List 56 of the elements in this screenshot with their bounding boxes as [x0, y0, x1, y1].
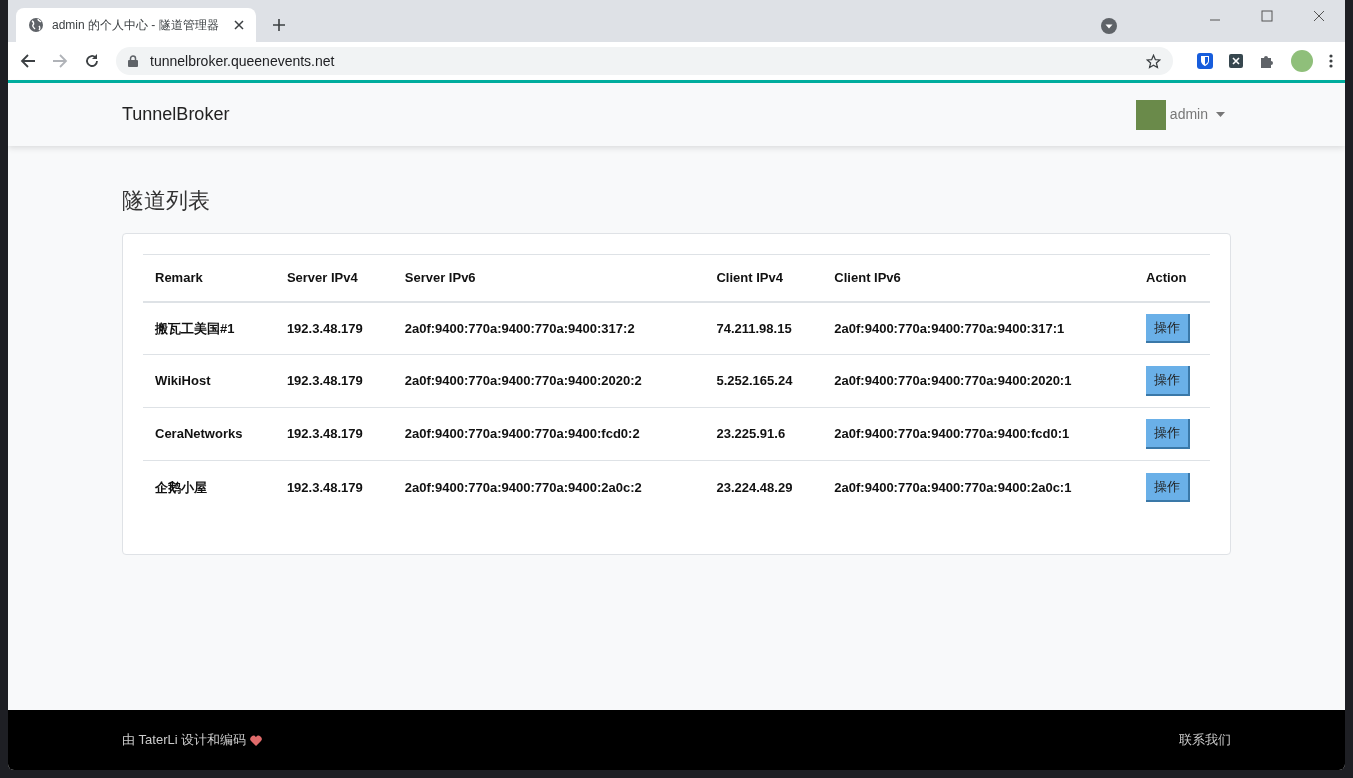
x-extension-icon[interactable]	[1229, 54, 1243, 68]
table-cell: 2a0f:9400:770a:9400:770a:9400:2020:1	[822, 354, 1135, 408]
column-header: Server IPv4	[274, 254, 393, 302]
contact-link[interactable]: 联系我们	[1179, 730, 1231, 750]
table-cell: 2a0f:9400:770a:9400:770a:9400:2a0c:2	[392, 460, 705, 514]
puzzle-icon[interactable]	[1259, 53, 1275, 69]
address-bar[interactable]: tunnelbroker.queenevents.net	[116, 47, 1173, 75]
reload-icon[interactable]	[84, 53, 100, 69]
tab-title: admin 的个人中心 - 隧道管理器	[52, 17, 220, 34]
user-avatar[interactable]	[1135, 99, 1166, 130]
table-cell: 192.3.48.179	[274, 460, 393, 514]
table-cell: 2a0f:9400:770a:9400:770a:9400:fcd0:1	[822, 407, 1135, 461]
table-cell: 192.3.48.179	[274, 407, 393, 461]
table-cell: 74.211.98.15	[704, 301, 823, 355]
table-cell: 23.224.48.29	[704, 460, 823, 514]
browser-tab[interactable]: admin 的个人中心 - 隧道管理器	[16, 8, 256, 42]
close-icon[interactable]	[1313, 10, 1325, 22]
new-tab-icon[interactable]	[272, 18, 286, 32]
table-cell: WikiHost	[143, 354, 275, 408]
heart-icon	[250, 734, 263, 746]
table-cell: CeraNetworks	[143, 407, 275, 461]
table-cell: 2a0f:9400:770a:9400:770a:9400:317:1	[822, 301, 1135, 355]
action-button[interactable]: 操作	[1146, 419, 1191, 449]
table-cell: 2a0f:9400:770a:9400:770a:9400:2020:2	[392, 354, 705, 408]
table-cell: 5.252.165.24	[704, 354, 823, 408]
action-button[interactable]: 操作	[1146, 313, 1191, 343]
column-header: Action	[1134, 254, 1210, 302]
column-header: Client IPv4	[704, 254, 823, 302]
footer-credit: 由 TaterLi 设计和编码	[122, 731, 247, 750]
url-text: tunnelbroker.queenevents.net	[150, 51, 336, 71]
table-cell: 23.225.91.6	[704, 407, 823, 461]
back-arrow-icon[interactable]	[20, 53, 36, 69]
column-header: Remark	[143, 254, 275, 302]
shield-extension-icon[interactable]	[1197, 53, 1213, 69]
table-cell: 2a0f:9400:770a:9400:770a:9400:317:2	[392, 301, 705, 355]
globe-icon	[28, 17, 44, 33]
maximize-icon[interactable]	[1261, 10, 1273, 22]
page-title: 隧道列表	[122, 187, 211, 215]
column-header: Client IPv6	[822, 254, 1135, 302]
table-cell: 192.3.48.179	[274, 354, 393, 408]
table-cell: 2a0f:9400:770a:9400:770a:9400:2a0c:1	[822, 460, 1135, 514]
caret-icon	[1216, 112, 1225, 117]
star-icon[interactable]	[1146, 53, 1161, 69]
table-cell: 搬瓦工美国#1	[143, 301, 275, 355]
user-menu[interactable]: admin	[1169, 104, 1225, 125]
column-header: Server IPv6	[392, 254, 705, 302]
action-button[interactable]: 操作	[1146, 366, 1191, 396]
lock-icon	[128, 55, 138, 67]
brand-link[interactable]: TunnelBroker	[122, 101, 1136, 128]
dropdown-circle-icon[interactable]	[1101, 18, 1117, 34]
close-icon[interactable]	[234, 20, 244, 30]
menu-dots-icon[interactable]	[1329, 54, 1333, 68]
table-cell: 企鹅小屋	[143, 460, 275, 514]
action-button[interactable]: 操作	[1146, 472, 1191, 502]
table-cell: 2a0f:9400:770a:9400:770a:9400:fcd0:2	[392, 407, 705, 461]
table-cell: 192.3.48.179	[274, 301, 393, 355]
